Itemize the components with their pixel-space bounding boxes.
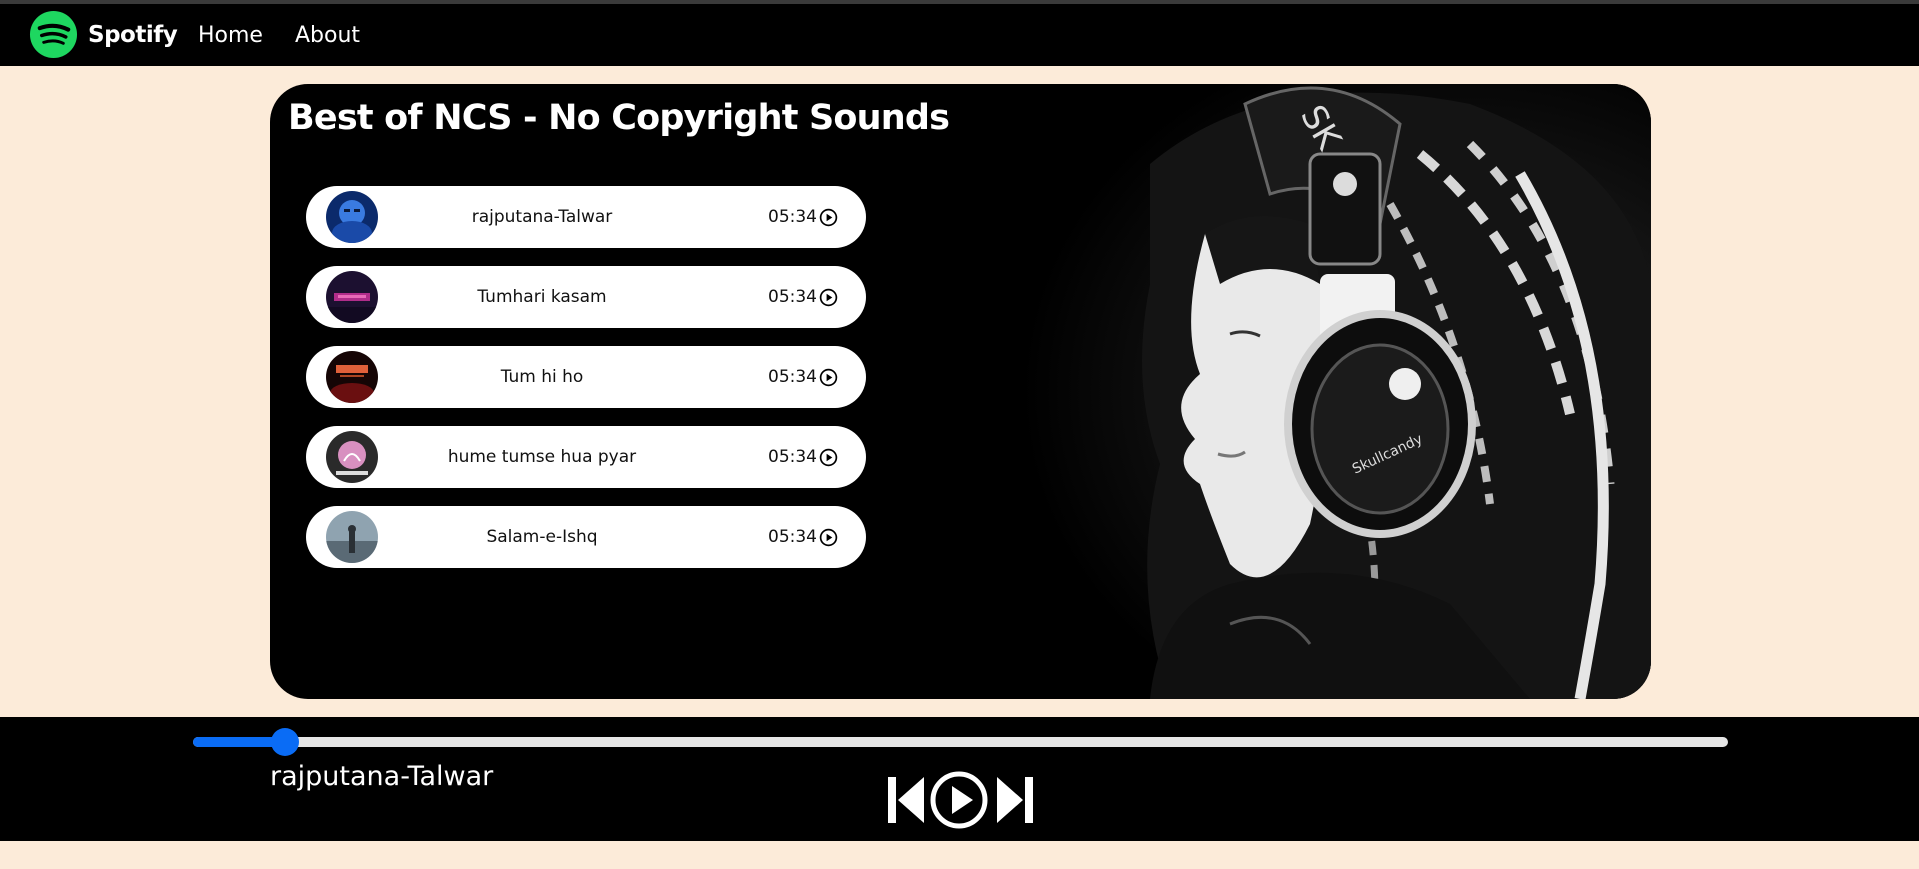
play-circle-icon[interactable] xyxy=(819,448,838,467)
song-duration: 05:34 xyxy=(768,367,817,387)
nav-home-link[interactable]: Home xyxy=(198,23,263,48)
brand[interactable]: Spotify xyxy=(29,10,178,59)
song-cover-image xyxy=(326,431,378,483)
song-item-tumhari-kasam[interactable]: Tumhari kasam 05:34 xyxy=(306,266,866,328)
play-icon[interactable] xyxy=(930,771,988,829)
song-name: Salam-e-Ishq xyxy=(486,527,598,547)
brand-name: Spotify xyxy=(88,21,178,48)
playlist-container: SK Skullcandy Best of NCS - No Copyright… xyxy=(270,84,1651,699)
song-cover-image xyxy=(326,191,378,243)
now-playing-title: rajputana-Talwar xyxy=(270,761,494,792)
song-duration: 05:34 xyxy=(768,287,817,307)
playlist-title: Best of NCS - No Copyright Sounds xyxy=(288,98,950,138)
play-circle-icon[interactable] xyxy=(819,208,838,227)
next-icon[interactable] xyxy=(995,777,1033,823)
previous-icon[interactable] xyxy=(888,777,926,823)
progress-bar[interactable] xyxy=(193,728,1728,756)
player-controls xyxy=(888,771,1033,831)
song-name: hume tumse hua pyar xyxy=(447,447,637,467)
song-name: Tumhari kasam xyxy=(477,287,607,307)
song-name: rajputana-Talwar xyxy=(471,207,613,227)
song-item-rajputana-talwar[interactable]: rajputana-Talwar 05:34 xyxy=(306,186,866,248)
song-item-tum-hi-ho[interactable]: Tum hi ho 05:34 xyxy=(306,346,866,408)
spotify-logo-icon xyxy=(29,10,78,59)
song-duration: 05:34 xyxy=(768,207,817,227)
song-duration: 05:34 xyxy=(768,527,817,547)
navbar: Spotify Home About xyxy=(0,4,1919,66)
play-circle-icon[interactable] xyxy=(819,288,838,307)
song-cover-image xyxy=(326,271,378,323)
song-item-salam-e-ishq[interactable]: Salam-e-Ishq 05:34 xyxy=(306,506,866,568)
song-item-hume-tumse-hua-pyar[interactable]: hume tumse hua pyar 05:34 xyxy=(306,426,866,488)
nav-about-link[interactable]: About xyxy=(295,23,360,48)
song-cover-image xyxy=(326,351,378,403)
play-circle-icon[interactable] xyxy=(819,528,838,547)
play-circle-icon[interactable] xyxy=(819,368,838,387)
progress-thumb[interactable] xyxy=(271,728,300,756)
song-duration: 05:34 xyxy=(768,447,817,467)
player-bar: rajputana-Talwar xyxy=(0,717,1919,841)
song-name: Tum hi ho xyxy=(500,367,584,387)
song-cover-image xyxy=(326,511,378,563)
